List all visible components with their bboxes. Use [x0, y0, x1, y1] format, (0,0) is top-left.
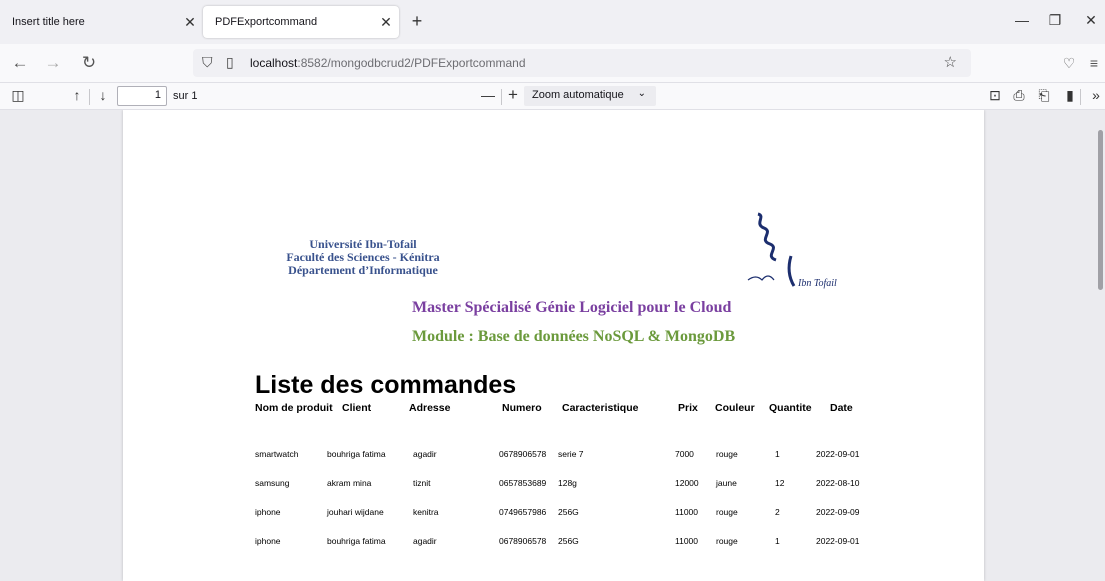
cell-price: 7000 — [675, 449, 694, 459]
cell-product: iphone — [255, 507, 281, 517]
cell-number: 0678906578 — [499, 536, 547, 546]
url-bar[interactable]: ⛉ ▯ localhost:8582/mongodbcrud2/PDFExpor… — [193, 49, 971, 77]
reload-icon[interactable]: ↻ — [78, 53, 100, 73]
cell-characteristic: 256G — [558, 536, 579, 546]
cell-address: agadir — [413, 449, 437, 459]
pdf-toolbar: ◫ ↑ ↓ 1 sur 1 — + Zoom automatique ⌄ ⊡ ⎙… — [0, 82, 1105, 110]
cell-client: jouhari wijdane — [327, 507, 384, 517]
bookmark-star-icon[interactable]: ☆ — [944, 53, 957, 71]
cell-characteristic: serie 7 — [558, 449, 584, 459]
cell-date: 2022-09-01 — [816, 536, 860, 546]
col-header-product: Nom de produit — [255, 402, 333, 414]
minimize-button[interactable]: — — [1012, 12, 1032, 28]
cell-price: 11000 — [675, 536, 699, 546]
cell-product: iphone — [255, 536, 281, 546]
cell-color: rouge — [716, 449, 738, 459]
forward-arrow-icon[interactable]: → — [42, 53, 64, 73]
cell-product: samsung — [255, 478, 290, 488]
col-header-price: Prix — [678, 402, 698, 414]
back-arrow-icon[interactable]: ← — [9, 53, 31, 73]
page-number-input[interactable]: 1 — [117, 86, 167, 106]
bookmark-icon[interactable]: ▮ — [1060, 87, 1080, 104]
cell-date: 2022-09-01 — [816, 449, 860, 459]
presentation-mode-icon[interactable]: ⊡ — [985, 87, 1005, 104]
save-icon[interactable]: ⎗ — [1034, 87, 1054, 104]
close-tab-icon[interactable]: ✕ — [373, 14, 399, 31]
zoom-select[interactable]: Zoom automatique ⌄ — [524, 86, 656, 106]
cell-price: 11000 — [675, 507, 699, 517]
new-tab-button[interactable]: + — [406, 11, 428, 32]
next-page-icon[interactable]: ↓ — [93, 87, 113, 103]
close-tab-icon[interactable]: ✕ — [177, 14, 203, 31]
cell-characteristic: 256G — [558, 507, 579, 517]
tab-pdfexportcommand[interactable]: PDFExportcommand ✕ — [203, 6, 399, 38]
divider — [1080, 89, 1081, 105]
zoom-value: Zoom automatique — [532, 89, 624, 101]
department-name: Département d’Informatique — [288, 263, 438, 277]
divider — [89, 89, 90, 105]
restore-button[interactable]: ❐ — [1045, 12, 1065, 29]
cell-quantity: 12 — [775, 478, 785, 488]
cell-number: 0678906578 — [499, 449, 547, 459]
divider — [501, 89, 502, 105]
shield-icon[interactable]: ⛉ — [202, 54, 213, 71]
url-host: localhost — [250, 56, 298, 70]
cell-characteristic: 128g — [558, 478, 577, 488]
cell-date: 2022-08-10 — [816, 478, 860, 488]
cell-number: 0657853689 — [499, 478, 547, 488]
chevron-down-icon: ⌄ — [637, 88, 646, 99]
cell-client: bouhriga fatima — [327, 536, 386, 546]
cell-color: rouge — [716, 507, 738, 517]
col-header-quantity: Quantite — [769, 402, 812, 414]
cell-address: kenitra — [413, 507, 439, 517]
page-count: sur 1 — [173, 90, 198, 102]
cell-address: agadir — [413, 536, 437, 546]
cell-product: smartwatch — [255, 449, 299, 459]
tab-label: PDFExportcommand — [215, 16, 318, 28]
cell-date: 2022-09-09 — [816, 507, 860, 517]
cell-color: rouge — [716, 536, 738, 546]
module-title: Module : Base de données NoSQL & MongoDB — [412, 328, 736, 345]
university-logo: Ibn Tofail — [747, 212, 837, 289]
cell-client: bouhriga fatima — [327, 449, 386, 459]
cell-price: 12000 — [675, 478, 699, 488]
print-icon[interactable]: ⎙ — [1009, 87, 1029, 104]
cell-quantity: 1 — [775, 536, 780, 546]
zoom-out-button[interactable]: — — [478, 87, 498, 103]
list-title: Liste des commandes — [255, 371, 517, 399]
col-header-number: Numero — [502, 402, 542, 414]
cell-color: jaune — [716, 478, 737, 488]
logo-text: Ibn Tofail — [797, 278, 837, 289]
col-header-characteristic: Caracteristique — [562, 402, 639, 414]
nav-bar: ← → ↻ ⛉ ▯ localhost:8582/mongodbcrud2/PD… — [0, 44, 1105, 82]
tab-insert-title[interactable]: Insert title here ✕ — [0, 6, 203, 38]
col-header-client: Client — [342, 402, 372, 414]
hamburger-menu-icon[interactable]: ≡ — [1083, 53, 1105, 73]
cell-address: tiznit — [413, 478, 431, 488]
cell-client: akram mina — [327, 478, 372, 488]
cell-quantity: 1 — [775, 449, 780, 459]
col-header-date: Date — [830, 402, 853, 414]
university-header: Université Ibn-Tofail Faculté des Scienc… — [258, 238, 468, 277]
scrollbar-thumb[interactable] — [1098, 130, 1103, 290]
pocket-icon[interactable]: ♡ — [1058, 53, 1080, 73]
tools-overflow-icon[interactable]: » — [1086, 87, 1105, 103]
pdf-viewer[interactable]: Université Ibn-Tofail Faculté des Scienc… — [0, 110, 1105, 581]
cell-number: 0749657986 — [499, 507, 547, 517]
zoom-in-button[interactable]: + — [503, 85, 523, 105]
previous-page-icon[interactable]: ↑ — [67, 87, 87, 103]
url-path: :8582/mongodbcrud2/PDFExportcommand — [297, 56, 526, 70]
tab-bar: Insert title here ✕ PDFExportcommand ✕ +… — [0, 0, 1105, 44]
col-header-address: Adresse — [409, 402, 451, 414]
url-text[interactable]: localhost:8582/mongodbcrud2/PDFExportcom… — [250, 56, 526, 70]
cell-quantity: 2 — [775, 507, 780, 517]
col-header-color: Couleur — [715, 402, 755, 414]
scrollbar[interactable] — [1095, 110, 1105, 581]
master-title: Master Spécialisé Génie Logiciel pour le… — [412, 299, 732, 316]
pdf-page: Université Ibn-Tofail Faculté des Scienc… — [123, 110, 984, 581]
close-window-button[interactable]: ✕ — [1081, 12, 1101, 29]
sidebar-toggle-icon[interactable]: ◫ — [8, 87, 28, 104]
tab-label: Insert title here — [12, 16, 85, 28]
page-icon[interactable]: ▯ — [226, 54, 234, 71]
